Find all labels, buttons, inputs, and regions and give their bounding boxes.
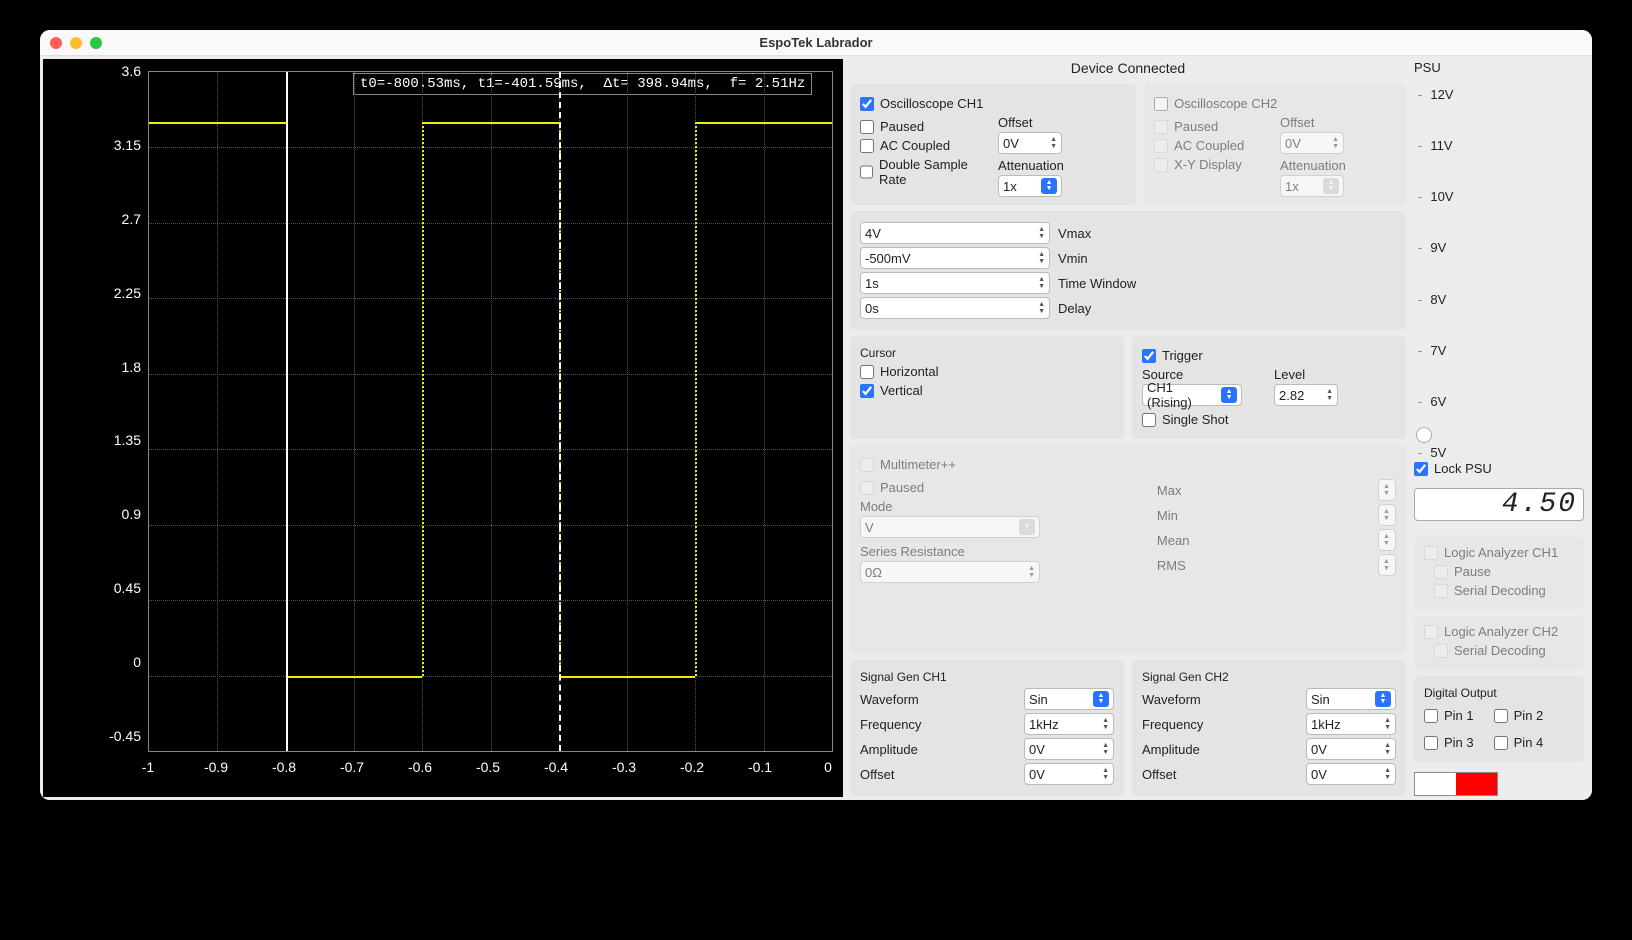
la-ch1-pause-checkbox	[1434, 565, 1448, 579]
sg1-waveform-select[interactable]: Sin▲▼	[1024, 688, 1114, 710]
trigger-level-spinner[interactable]: 2.82▲▼	[1274, 384, 1338, 406]
cursor-vertical-checkbox[interactable]	[860, 384, 874, 398]
mm-mean-display: ▲▼	[1378, 529, 1396, 551]
siggen-ch2-panel: Signal Gen CH2 WaveformSin▲▼ Frequency1k…	[1132, 660, 1406, 796]
mm-series-spinner: 0Ω▲▼	[860, 561, 1040, 583]
window-title: EspoTek Labrador	[40, 35, 1592, 50]
device-status: Device Connected	[850, 60, 1406, 76]
trigger-checkbox[interactable]	[1142, 349, 1156, 363]
sg2-offset-spinner[interactable]: 0V▲▼	[1306, 763, 1396, 785]
pin4-checkbox[interactable]	[1494, 736, 1508, 750]
scope-ch2-panel: Oscilloscope CH2 Paused AC Coupled X-Y D…	[1144, 84, 1406, 205]
sg2-waveform-select[interactable]: Sin▲▼	[1306, 688, 1396, 710]
ch1-double-checkbox[interactable]	[860, 165, 873, 179]
mm-mode-select: V▼	[860, 516, 1040, 538]
sg1-freq-spinner[interactable]: 1kHz▲▼	[1024, 713, 1114, 735]
sg1-offset-spinner[interactable]: 0V▲▼	[1024, 763, 1114, 785]
trigger-source-select[interactable]: CH1 (Rising)▲▼	[1142, 384, 1242, 406]
mm-min-display: ▲▼	[1378, 504, 1396, 526]
psu-slider-handle[interactable]	[1416, 427, 1432, 443]
la-ch2-panel: Logic Analyzer CH2 Serial Decoding	[1414, 616, 1584, 670]
mm-max-display: ▲▼	[1378, 479, 1396, 501]
trigger-panel: Trigger Source CH1 (Rising)▲▼ Single Sho…	[1132, 336, 1406, 439]
ch1-offset-spinner[interactable]: 0V▲▼	[998, 132, 1062, 154]
range-panel: 4V▲▼Vmax -500mV▲▼Vmin 1s▲▼Time Window 0s…	[850, 211, 1406, 330]
psu-value-display: 4.50	[1414, 488, 1584, 521]
cursor-panel: Cursor Horizontal Vertical	[850, 336, 1124, 439]
digital-output-panel: Digital Output Pin 1 Pin 2 Pin 3 Pin 4	[1414, 676, 1584, 762]
la-ch2-serial-checkbox	[1434, 644, 1448, 658]
delay-spinner[interactable]: 0s▲▼	[860, 297, 1050, 319]
titlebar: EspoTek Labrador	[40, 30, 1592, 56]
scope-ch1-panel: Oscilloscope CH1 Paused AC Coupled Doubl…	[850, 84, 1136, 205]
cursor-horizontal-checkbox[interactable]	[860, 365, 874, 379]
la-ch2-checkbox	[1424, 625, 1438, 639]
scope-ch1-label: Oscilloscope CH1	[880, 96, 983, 111]
plot-canvas[interactable]	[148, 71, 833, 752]
pin2-checkbox[interactable]	[1494, 709, 1508, 723]
scope-ch2-checkbox[interactable]	[1154, 97, 1168, 111]
la-ch1-checkbox	[1424, 546, 1438, 560]
ch2-offset-spinner: 0V▲▼	[1280, 132, 1344, 154]
sg2-freq-spinner[interactable]: 1kHz▲▼	[1306, 713, 1396, 735]
la-ch1-serial-checkbox	[1434, 584, 1448, 598]
oscilloscope-plot[interactable]: t0=-800.53ms, t1=-401.59ms, Δt= 398.94ms…	[43, 59, 843, 797]
mm-paused-checkbox	[860, 481, 874, 495]
sg2-amp-spinner[interactable]: 0V▲▼	[1306, 738, 1396, 760]
scope-ch1-checkbox[interactable]	[860, 97, 874, 111]
ch1-paused-checkbox[interactable]	[860, 120, 874, 134]
ch2-ac-checkbox	[1154, 139, 1168, 153]
vmax-spinner[interactable]: 4V▲▼	[860, 222, 1050, 244]
ch2-paused-checkbox	[1154, 120, 1168, 134]
ch2-atten-select: 1x▲▼	[1280, 175, 1344, 197]
ch1-ac-checkbox[interactable]	[860, 139, 874, 153]
pin1-checkbox[interactable]	[1424, 709, 1438, 723]
controls: Device Connected Oscilloscope CH1 Paused…	[846, 56, 1592, 800]
siggen-ch1-panel: Signal Gen CH1 WaveformSin▲▼ Frequency1k…	[850, 660, 1124, 796]
timewin-spinner[interactable]: 1s▲▼	[860, 272, 1050, 294]
sg1-amp-spinner[interactable]: 0V▲▼	[1024, 738, 1114, 760]
psu-slider[interactable]: 12V11V10V9V8V7V6V5V	[1414, 81, 1584, 451]
content: t0=-800.53ms, t1=-401.59ms, Δt= 398.94ms…	[40, 56, 1592, 800]
ch2-xy-checkbox	[1154, 158, 1168, 172]
la-ch1-panel: Logic Analyzer CH1 Pause Serial Decoding	[1414, 537, 1584, 610]
vmin-spinner[interactable]: -500mV▲▼	[860, 247, 1050, 269]
lock-psu-checkbox[interactable]	[1414, 462, 1428, 476]
scope-ch2-label: Oscilloscope CH2	[1174, 96, 1277, 111]
multimeter-checkbox	[860, 458, 874, 472]
mm-rms-display: ▲▼	[1378, 554, 1396, 576]
psu-title: PSU	[1414, 60, 1584, 75]
trigger-singleshot-checkbox[interactable]	[1142, 413, 1156, 427]
pin3-checkbox[interactable]	[1424, 736, 1438, 750]
app-window: EspoTek Labrador t0=-800.53ms, t1=-401.5…	[40, 30, 1592, 800]
multimeter-panel: Multimeter++ Paused Mode V▼ Series Resis…	[850, 445, 1406, 654]
ch1-atten-select[interactable]: 1x▲▼	[998, 175, 1062, 197]
status-led	[1414, 772, 1498, 796]
